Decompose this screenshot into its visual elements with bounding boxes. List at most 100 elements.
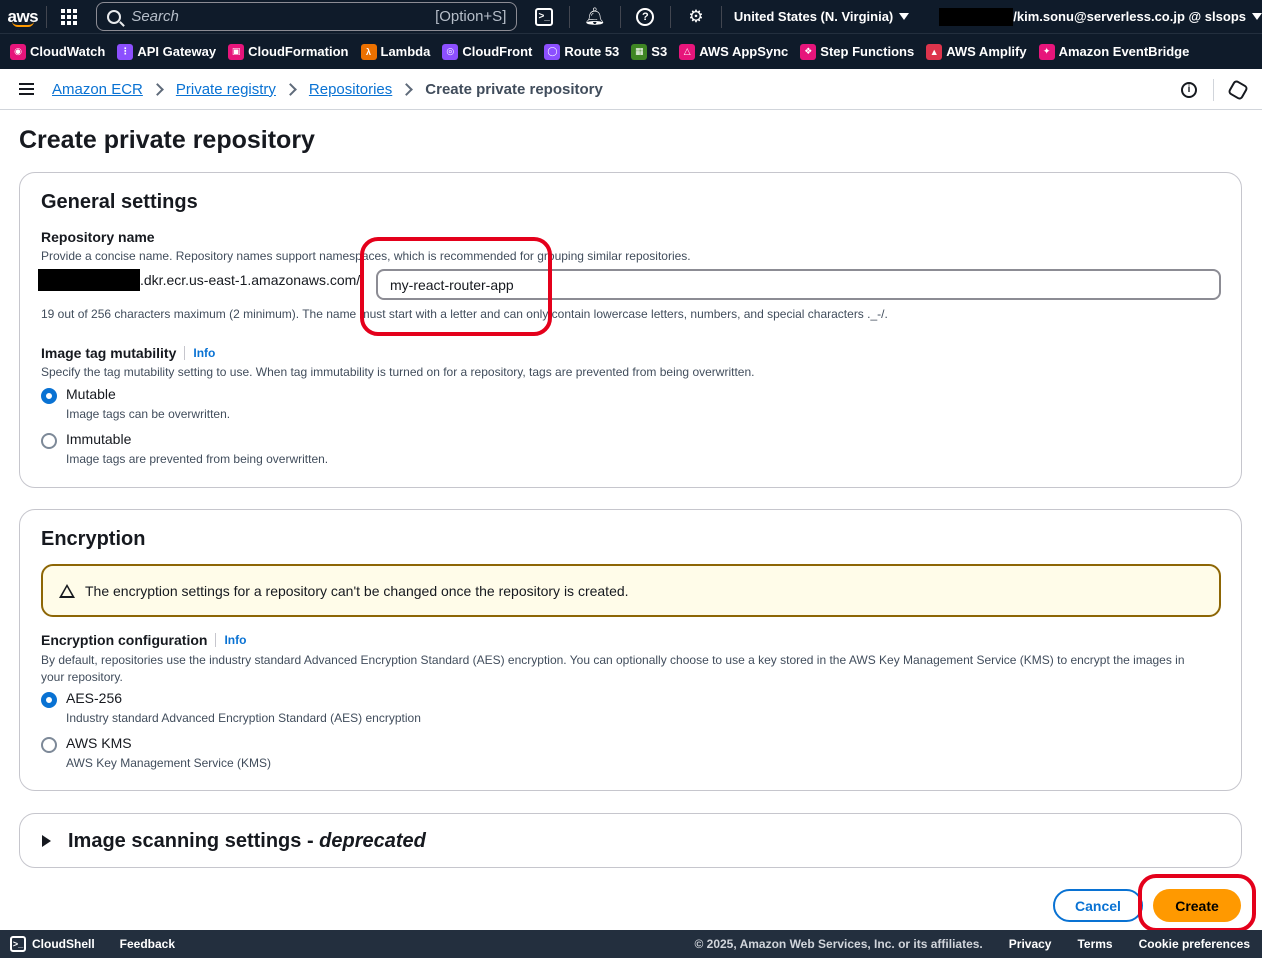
bell-icon[interactable]: 🔔︎ xyxy=(570,0,620,33)
cloudshell-link[interactable]: >_ CloudShell xyxy=(10,936,95,952)
cloudformation-icon: ▣ xyxy=(228,43,245,60)
cloudshell-icon: >_ xyxy=(10,936,26,952)
fav-label: AWS Amplify xyxy=(946,44,1027,59)
info-panel-button[interactable]: i xyxy=(1165,69,1213,110)
image-scanning-expander[interactable]: Image scanning settings - deprecated xyxy=(20,814,1241,868)
fav-cloudwatch[interactable]: ◉ CloudWatch xyxy=(10,43,106,60)
breadcrumb-private-registry[interactable]: Private registry xyxy=(176,81,276,98)
utility-panel-toggles: i xyxy=(1165,69,1262,110)
aes256-label: AES-256 xyxy=(66,690,123,706)
fav-label: Step Functions xyxy=(820,44,915,59)
encryption-config-description: By default, repositories use the industr… xyxy=(41,653,1185,684)
mutable-radio[interactable] xyxy=(41,388,57,404)
breadcrumb-current: Create private repository xyxy=(425,80,603,98)
immutable-option[interactable]: Immutable Image tags are prevented from b… xyxy=(41,431,328,466)
mutability-label: Image tag mutability Info xyxy=(41,345,215,361)
aws-logo[interactable]: aws xyxy=(0,0,46,33)
fav-amplify[interactable]: ▲ AWS Amplify xyxy=(926,43,1027,60)
encryption-info-link[interactable]: Info xyxy=(215,633,246,647)
mutability-description: Specify the tag mutability setting to us… xyxy=(41,365,755,379)
encryption-warning-alert: The encryption settings for a repository… xyxy=(41,564,1221,617)
image-scanning-dash: - xyxy=(301,829,320,852)
route53-icon: ◯ xyxy=(544,43,561,60)
fav-s3[interactable]: ▦ S3 xyxy=(631,43,668,60)
fav-label: AWS AppSync xyxy=(699,44,789,59)
cloudwatch-icon: ◉ xyxy=(10,43,26,60)
tools-panel-button[interactable] xyxy=(1214,69,1262,110)
top-navigation: aws Search [Option+S] >_ 🔔︎ ? ⚙ United S… xyxy=(0,0,1262,33)
mutability-info-link[interactable]: Info xyxy=(184,346,215,360)
page-title: Create private repository xyxy=(19,126,315,154)
mutable-option[interactable]: Mutable Image tags can be overwritten. xyxy=(41,386,230,421)
search-input[interactable]: Search [Option+S] xyxy=(96,2,518,31)
fav-eventbridge[interactable]: ✦ Amazon EventBridge xyxy=(1038,43,1189,60)
image-scanning-heading-text: Image scanning settings xyxy=(68,829,302,852)
annotation-highlight-create xyxy=(1138,874,1256,932)
chevron-down-icon xyxy=(1252,13,1262,20)
fav-label: CloudWatch xyxy=(30,44,106,59)
breadcrumb-amazon-ecr[interactable]: Amazon ECR xyxy=(52,81,143,98)
privacy-link[interactable]: Privacy xyxy=(1009,937,1052,951)
aes256-option[interactable]: AES-256 Industry standard Advanced Encryp… xyxy=(41,690,421,725)
kms-radio[interactable] xyxy=(41,737,57,753)
kms-option[interactable]: AWS KMS AWS Key Management Service (KMS) xyxy=(41,735,271,770)
fav-label: CloudFront xyxy=(462,44,533,59)
feedback-link[interactable]: Feedback xyxy=(120,937,175,951)
cloudshell-label: CloudShell xyxy=(32,937,95,951)
repo-name-label: Repository name xyxy=(41,229,155,245)
fav-cloudfront[interactable]: ◎ CloudFront xyxy=(442,43,533,60)
general-settings-panel: General settings Repository name Provide… xyxy=(19,172,1242,488)
fav-route-53[interactable]: ◯ Route 53 xyxy=(544,43,619,60)
general-settings-heading: General settings xyxy=(41,191,198,213)
registry-uri-prefix: .dkr.ecr.us-east-1.amazonaws.com/ xyxy=(38,269,360,291)
fav-lambda[interactable]: λ Lambda xyxy=(360,43,431,60)
region-selector[interactable]: United States (N. Virginia) xyxy=(722,9,921,24)
immutable-radio[interactable] xyxy=(41,433,57,449)
grid-icon[interactable] xyxy=(47,0,93,33)
cookie-preferences-link[interactable]: Cookie preferences xyxy=(1139,937,1250,951)
aes256-radio[interactable] xyxy=(41,692,57,708)
account-menu[interactable]: /kim.sonu@serverless.co.jp @ slsops xyxy=(939,7,1262,26)
fav-api-gateway[interactable]: ⋮ API Gateway xyxy=(117,43,216,60)
mutable-label: Mutable xyxy=(66,386,116,402)
annotation-highlight-repo-name xyxy=(360,237,552,336)
fav-appsync[interactable]: △ AWS AppSync xyxy=(679,43,789,60)
breadcrumb-bar: Amazon ECR Private registry Repositories… xyxy=(0,69,1262,110)
encryption-warning-text: The encryption settings for a repository… xyxy=(85,582,629,599)
fav-cloudformation[interactable]: ▣ CloudFormation xyxy=(228,43,349,60)
region-label: United States (N. Virginia) xyxy=(733,9,894,24)
deprecated-tag: deprecated xyxy=(319,829,426,852)
logo-smile xyxy=(12,21,34,27)
api-gateway-icon: ⋮ xyxy=(117,43,134,60)
fav-label: S3 xyxy=(651,44,668,59)
amplify-icon: ▲ xyxy=(926,43,943,60)
footer-links: © 2025, Amazon Web Services, Inc. or its… xyxy=(694,937,1250,951)
terms-link[interactable]: Terms xyxy=(1077,937,1112,951)
menu-icon[interactable] xyxy=(0,83,52,95)
encryption-config-label-text: Encryption configuration xyxy=(41,632,208,648)
mutability-label-text: Image tag mutability xyxy=(41,345,177,361)
cloudfront-icon: ◎ xyxy=(442,43,459,60)
redacted-account-id xyxy=(939,7,1014,26)
redacted-account-id xyxy=(38,269,140,291)
kms-description: AWS Key Management Service (KMS) xyxy=(66,756,271,770)
image-scanning-panel: Image scanning settings - deprecated xyxy=(19,813,1242,868)
cancel-button[interactable]: Cancel xyxy=(1053,889,1143,922)
immutable-description: Image tags are prevented from being over… xyxy=(66,452,329,466)
help-icon[interactable]: ? xyxy=(621,0,671,33)
encryption-heading: Encryption xyxy=(41,528,146,550)
fav-label: Lambda xyxy=(380,44,431,59)
cloudshell-icon[interactable]: >_ xyxy=(519,0,569,33)
chevron-down-icon xyxy=(899,13,910,20)
copyright: © 2025, Amazon Web Services, Inc. or its… xyxy=(694,937,983,951)
fav-step-functions[interactable]: ❖ Step Functions xyxy=(800,43,915,60)
search-icon xyxy=(107,9,122,24)
registry-uri-suffix: .dkr.ecr.us-east-1.amazonaws.com/ xyxy=(140,272,361,288)
breadcrumb-repositories[interactable]: Repositories xyxy=(309,81,392,98)
fav-label: CloudFormation xyxy=(248,44,349,59)
encryption-panel: Encryption The encryption settings for a… xyxy=(19,509,1242,791)
account-label: /kim.sonu@serverless.co.jp @ slsops xyxy=(1013,9,1246,24)
search-shortcut: [Option+S] xyxy=(435,8,507,25)
gear-icon[interactable]: ⚙ xyxy=(671,0,721,33)
image-scanning-heading: Image scanning settings - deprecated xyxy=(68,830,426,853)
